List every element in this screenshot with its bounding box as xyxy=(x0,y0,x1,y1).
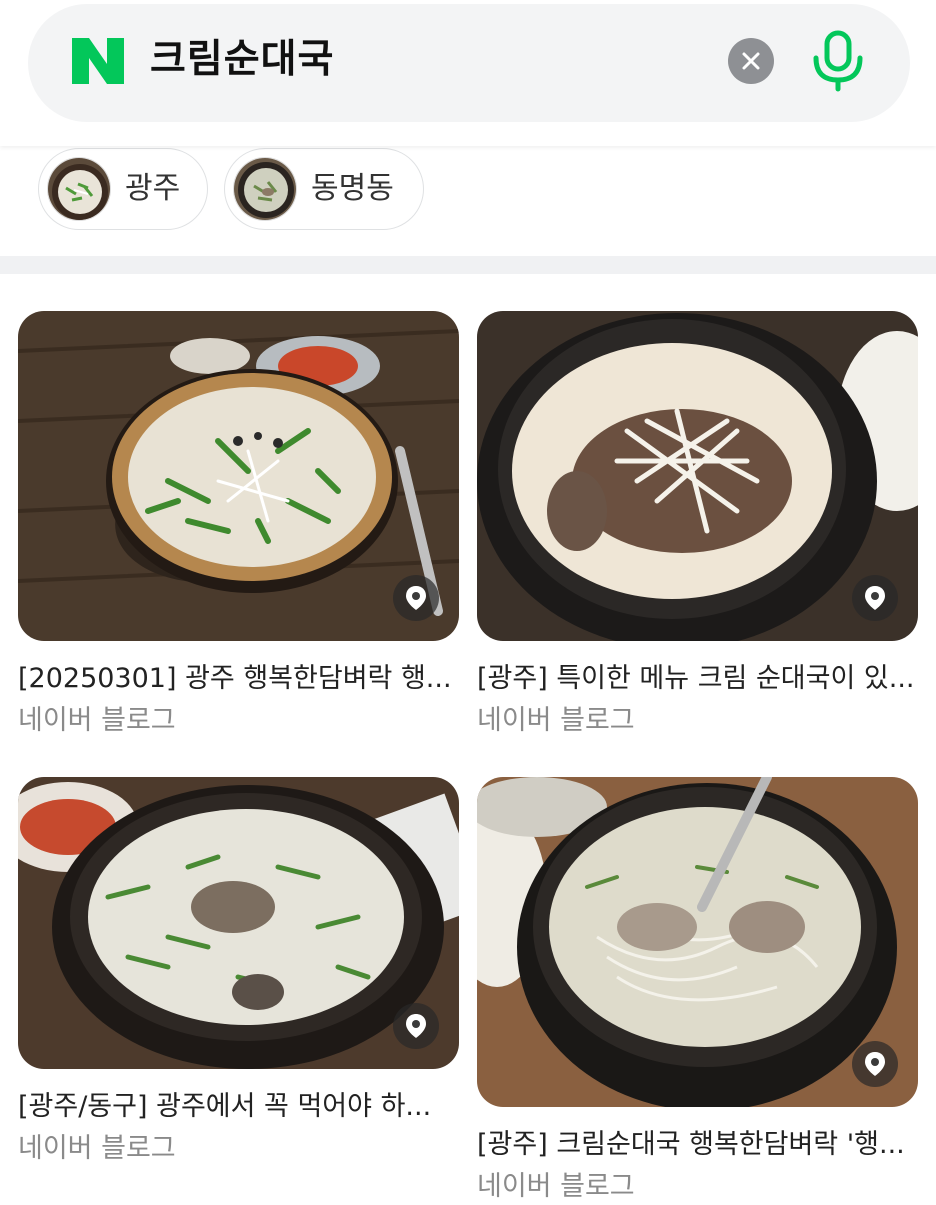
close-icon xyxy=(742,52,760,70)
result-title[interactable]: [광주] 특이한 메뉴 크림 순대국이 있... xyxy=(477,661,918,697)
result-card[interactable]: [광주] 크림순대국 행복한담벼락 '행... 네이버 블로그 xyxy=(477,777,918,1205)
result-image[interactable] xyxy=(18,777,459,1069)
filter-chip-dongmyeongdong[interactable]: 동명동 xyxy=(224,148,424,230)
result-source: 네이버 블로그 xyxy=(477,705,635,736)
clear-search-button[interactable] xyxy=(728,38,774,84)
chip-thumbnail-image xyxy=(233,157,297,221)
result-title[interactable]: [20250301] 광주 행복한담벼락 행... xyxy=(18,661,459,697)
naver-logo-icon[interactable] xyxy=(72,38,124,84)
search-header: 크림순대국 xyxy=(0,0,936,146)
chip-label: 동명동 xyxy=(311,171,394,206)
result-card[interactable]: [광주/동구] 광주에서 꼭 먹어야 하... 네이버 블로그 xyxy=(18,777,459,1167)
chip-thumbnail-image xyxy=(47,157,111,221)
location-pin-icon[interactable] xyxy=(852,575,898,621)
result-title[interactable]: [광주/동구] 광주에서 꼭 먹어야 하... xyxy=(18,1089,459,1125)
location-pin-icon[interactable] xyxy=(393,575,439,621)
result-source: 네이버 블로그 xyxy=(18,1133,176,1164)
chip-label: 광주 xyxy=(125,171,181,206)
filter-chip-gwangju[interactable]: 광주 xyxy=(38,148,208,230)
microphone-icon[interactable] xyxy=(808,30,868,92)
search-query[interactable]: 크림순대국 xyxy=(150,36,334,84)
section-divider xyxy=(0,256,936,274)
result-image[interactable] xyxy=(18,311,459,641)
location-pin-icon[interactable] xyxy=(393,1003,439,1049)
result-source: 네이버 블로그 xyxy=(18,705,176,736)
location-pin-icon[interactable] xyxy=(852,1041,898,1087)
filter-chips: 광주 동명동 xyxy=(0,146,936,256)
result-card[interactable]: [20250301] 광주 행복한담벼락 행... 네이버 블로그 xyxy=(18,311,459,739)
result-title[interactable]: [광주] 크림순대국 행복한담벼락 '행... xyxy=(477,1127,918,1163)
result-image[interactable] xyxy=(477,311,918,641)
result-image[interactable] xyxy=(477,777,918,1107)
result-card[interactable]: [광주] 특이한 메뉴 크림 순대국이 있... 네이버 블로그 xyxy=(477,311,918,739)
